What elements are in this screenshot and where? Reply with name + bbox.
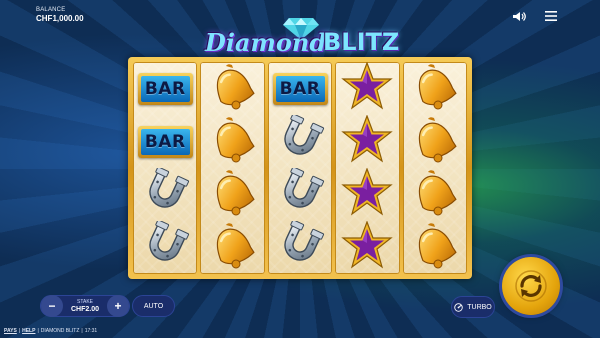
stake-label: STAKE	[76, 298, 94, 305]
reels-grid: BAR BAR BAR	[133, 61, 468, 274]
help-link[interactable]: HELP	[22, 328, 35, 334]
reel-3-row-2-symbol	[268, 113, 332, 168]
star-icon	[340, 61, 394, 115]
turbo-label: TURBO	[467, 303, 492, 311]
footer-separator: |	[18, 328, 21, 334]
bar-symbol-text: BAR	[275, 75, 325, 102]
reel-2-row-4-symbol	[200, 221, 264, 274]
bell-icon	[206, 62, 260, 115]
increase-stake-button[interactable]: +	[107, 295, 129, 317]
spin-arrows-icon	[515, 270, 547, 302]
spin-button[interactable]	[502, 257, 560, 315]
reel-1-row-4-symbol	[133, 219, 197, 274]
horseshoe-icon	[273, 113, 327, 168]
logo-word-diamond: Diamond	[205, 28, 327, 57]
bell-icon	[206, 168, 260, 221]
reel-3-row-1-symbol: BAR	[268, 62, 332, 115]
reel-1-row-2-symbol: BAR	[133, 115, 197, 168]
reel-4	[335, 61, 400, 274]
decrease-stake-button[interactable]: −	[41, 295, 63, 317]
horseshoe-icon	[138, 166, 192, 221]
reel-5-row-3-symbol	[403, 168, 467, 221]
horseshoe-icon	[273, 166, 327, 221]
reel-4-row-3-symbol	[335, 167, 399, 221]
star-icon	[340, 220, 394, 274]
star-icon	[340, 114, 394, 168]
pays-link[interactable]: PAYS	[4, 328, 17, 334]
reel-1-row-1-symbol: BAR	[133, 62, 197, 115]
reel-2-row-3-symbol	[200, 168, 264, 221]
footer-separator: |	[81, 328, 83, 334]
reel-3: BAR	[267, 62, 333, 274]
bar-symbol-text: BAR	[140, 128, 190, 155]
reel-4-row-2-symbol	[335, 114, 399, 168]
reel-3-row-4-symbol	[268, 219, 332, 274]
turbo-icon	[454, 302, 463, 312]
bar-symbol-text: BAR	[140, 75, 190, 102]
horseshoe-icon	[273, 219, 327, 274]
auto-label: AUTO	[143, 302, 164, 310]
turbo-button[interactable]: TURBO	[451, 296, 495, 318]
bell-icon	[408, 168, 462, 221]
bell-icon	[408, 62, 462, 115]
stake-control: − STAKE CHF2.00 +	[40, 295, 130, 317]
reel-5-row-4-symbol	[403, 221, 467, 274]
bar-symbol: BAR	[272, 72, 328, 105]
top-right-controls	[512, 10, 558, 22]
reel-4-row-4-symbol	[335, 220, 399, 274]
reels-frame: BAR BAR BAR	[128, 57, 472, 279]
footer-bar: PAYS | HELP | DIAMOND BLITZ | 17:31	[4, 328, 97, 334]
bar-symbol: BAR	[137, 125, 193, 158]
star-icon	[340, 167, 394, 221]
reel-5-row-1-symbol	[403, 62, 467, 115]
logo-word-blitz: BLITZ	[323, 28, 400, 56]
balance-value: CHF1,000.00	[36, 14, 84, 23]
bell-icon	[206, 115, 260, 168]
reel-2	[200, 62, 265, 274]
hamburger-menu-icon[interactable]	[544, 10, 558, 22]
horseshoe-icon	[138, 219, 192, 274]
reel-1-row-3-symbol	[133, 166, 197, 221]
footer-clock: 17:31	[84, 328, 98, 334]
reel-2-row-1-symbol	[200, 62, 264, 115]
balance-display: BALANCE CHF1,000.00	[36, 7, 84, 23]
auto-button[interactable]: AUTO	[132, 295, 175, 317]
reel-3-row-3-symbol	[268, 166, 332, 221]
game-logo: Diamond BLITZ	[205, 18, 405, 62]
speaker-icon[interactable]	[512, 10, 526, 22]
stake-display: STAKE CHF2.00	[63, 298, 107, 313]
bar-symbol: BAR	[137, 72, 193, 105]
bell-icon	[408, 115, 462, 168]
footer-game-name: DIAMOND BLITZ	[40, 328, 80, 334]
bell-icon	[206, 221, 260, 274]
footer-separator: |	[37, 328, 39, 334]
reel-5	[402, 62, 468, 274]
balance-label: BALANCE	[36, 7, 66, 13]
reel-5-row-2-symbol	[403, 115, 467, 168]
bell-icon	[408, 221, 462, 274]
stake-value: CHF2.00	[70, 305, 99, 313]
reel-4-row-1-symbol	[335, 61, 399, 115]
reel-1: BAR BAR	[133, 62, 198, 274]
reel-2-row-2-symbol	[200, 115, 264, 168]
